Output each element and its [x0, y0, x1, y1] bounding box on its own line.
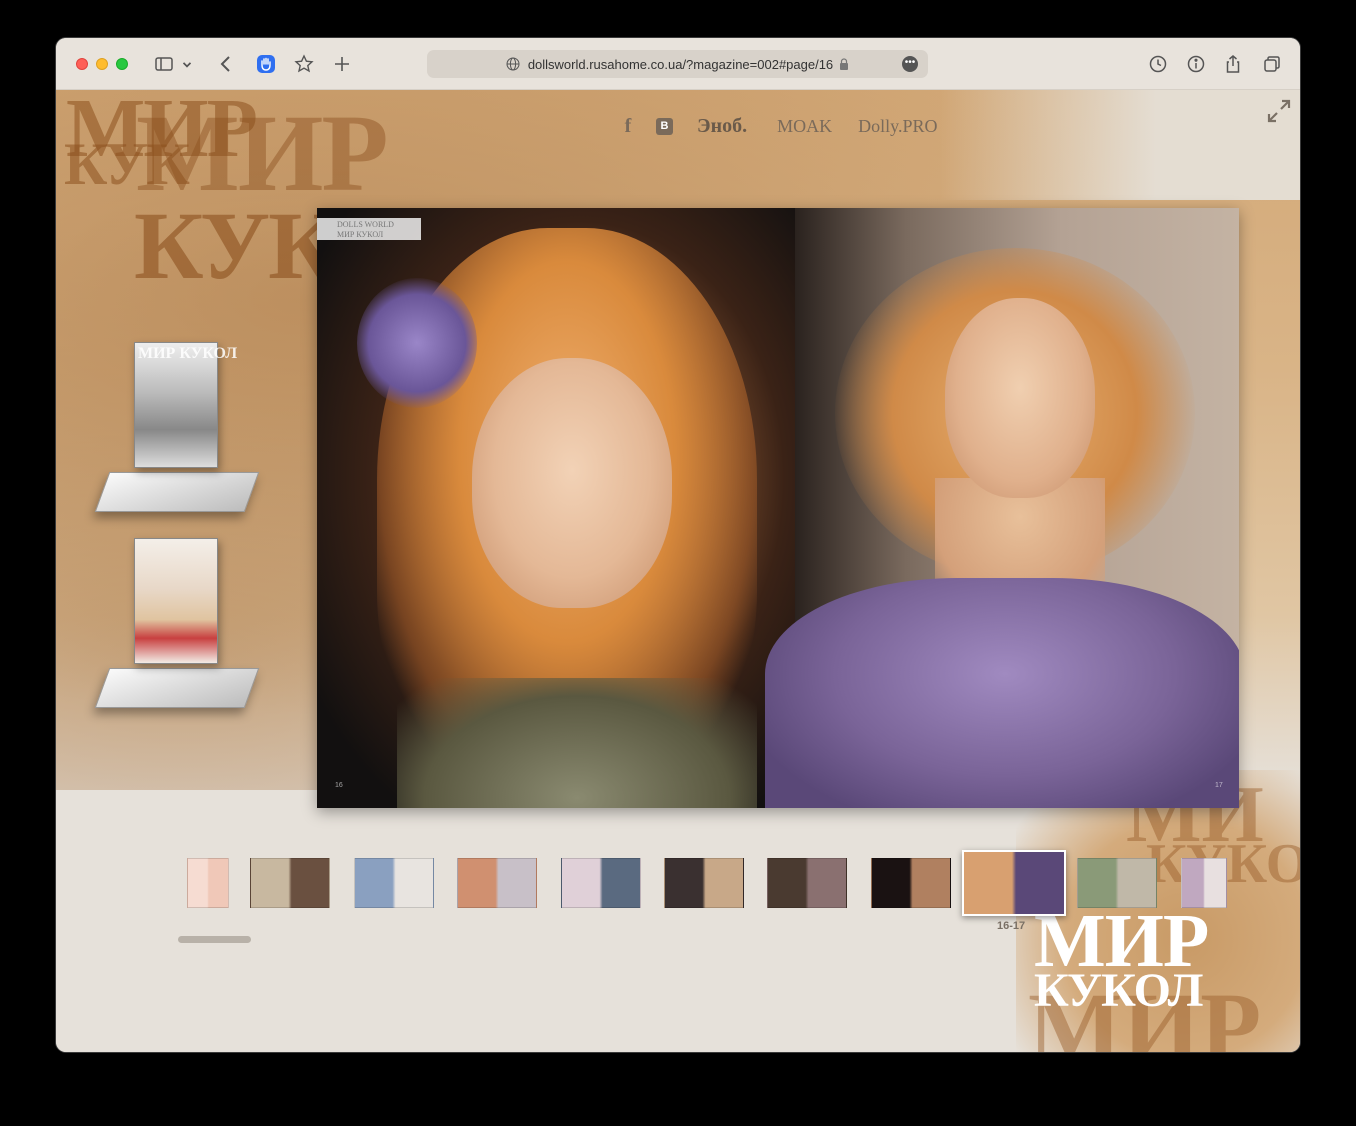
doll-face: [945, 298, 1095, 498]
vk-icon[interactable]: B: [656, 117, 673, 135]
doll-dress: [397, 678, 757, 808]
top-nav: f B Эноб. MOAK Dolly.PRO: [616, 112, 938, 140]
thumbnail-current[interactable]: [962, 850, 1066, 916]
minimize-window-button[interactable]: [96, 58, 108, 70]
tabs-overview-icon[interactable]: [1260, 52, 1284, 76]
thumbnail-page[interactable]: [187, 858, 229, 908]
thumbnail-page[interactable]: [1077, 858, 1157, 908]
thumbnail-page[interactable]: [354, 858, 434, 908]
doll-face: [472, 358, 672, 608]
current-page-label: 16-17: [997, 920, 1026, 932]
page-left[interactable]: DOLLS WORLD МИР КУКОЛ 16: [317, 208, 795, 808]
magazine-tag-line2: МИР КУКОЛ: [337, 230, 384, 239]
lock-icon: [840, 58, 849, 70]
thumbnail-strip: [56, 850, 1300, 960]
cover-stack: [94, 472, 260, 512]
share-icon[interactable]: [1221, 52, 1245, 76]
thumbnail-page[interactable]: [664, 858, 744, 908]
page-right[interactable]: 17: [765, 208, 1239, 808]
globe-icon: [506, 57, 520, 71]
new-tab-plus-icon[interactable]: [330, 52, 354, 76]
nav-link-snob[interactable]: Эноб.: [697, 115, 747, 138]
history-clock-icon[interactable]: [1146, 52, 1170, 76]
zoom-window-button[interactable]: [116, 58, 128, 70]
thumbnail-page[interactable]: [457, 858, 537, 908]
browser-toolbar: dollsworld.rusahome.co.ua/?magazine=002#…: [56, 38, 1300, 90]
magazine-tag: DOLLS WORLD МИР КУКОЛ: [317, 218, 421, 240]
close-window-button[interactable]: [76, 58, 88, 70]
watermark-subtitle-small: КУК: [64, 131, 190, 197]
thumbnail-page[interactable]: [561, 858, 641, 908]
chevron-down-icon[interactable]: [180, 52, 194, 76]
browser-window: dollsworld.rusahome.co.ua/?magazine=002#…: [56, 38, 1300, 1052]
thumbnail-page[interactable]: [871, 858, 951, 908]
magazine-spread[interactable]: DOLLS WORLD МИР КУКОЛ 16 17: [317, 208, 1239, 808]
url-text[interactable]: dollsworld.rusahome.co.ua/?magazine=002#…: [528, 57, 833, 72]
info-icon[interactable]: [1184, 52, 1208, 76]
more-options-icon[interactable]: •••: [902, 56, 918, 72]
bookmark-star-icon[interactable]: [292, 52, 316, 76]
nav-link-moak[interactable]: MOAK: [777, 116, 832, 137]
background-fade: [940, 90, 1300, 200]
doll-dress: [765, 578, 1239, 808]
magazine-cover-issue-2[interactable]: [94, 538, 260, 708]
page-content: МИР МИР КУК КУК МИ КУКО МИР МИР КУКОЛ f …: [56, 90, 1300, 1052]
address-bar[interactable]: dollsworld.rusahome.co.ua/?magazine=002#…: [427, 50, 928, 78]
back-arrow-icon[interactable]: [214, 52, 238, 76]
cover-stack: [94, 668, 260, 708]
magazine-cover-issue-1[interactable]: МИР КУКОЛ: [94, 342, 260, 512]
thumbnail-page[interactable]: [1181, 858, 1227, 908]
magazine-tag-line1: DOLLS WORLD: [337, 220, 394, 229]
cover-image: [134, 538, 218, 664]
thumbnail-page[interactable]: [767, 858, 847, 908]
thumbnail-scrollbar[interactable]: [178, 936, 251, 943]
privacy-hand-icon[interactable]: [254, 52, 278, 76]
thumbnail-page[interactable]: [250, 858, 330, 908]
cover-title: МИР КУКОЛ: [138, 345, 238, 362]
facebook-icon[interactable]: f: [616, 115, 640, 138]
watermark-subtitle: КУК: [134, 192, 338, 299]
page-number-left: 16: [335, 782, 343, 789]
sidebar-toggle-icon[interactable]: [152, 52, 176, 76]
logo-word-2: КУКОЛ: [1034, 964, 1203, 1017]
hair-flower: [357, 278, 477, 408]
page-number-right: 17: [1215, 782, 1223, 789]
nav-link-dolly[interactable]: Dolly.PRO: [858, 116, 937, 137]
fullscreen-icon[interactable]: [1266, 98, 1292, 124]
